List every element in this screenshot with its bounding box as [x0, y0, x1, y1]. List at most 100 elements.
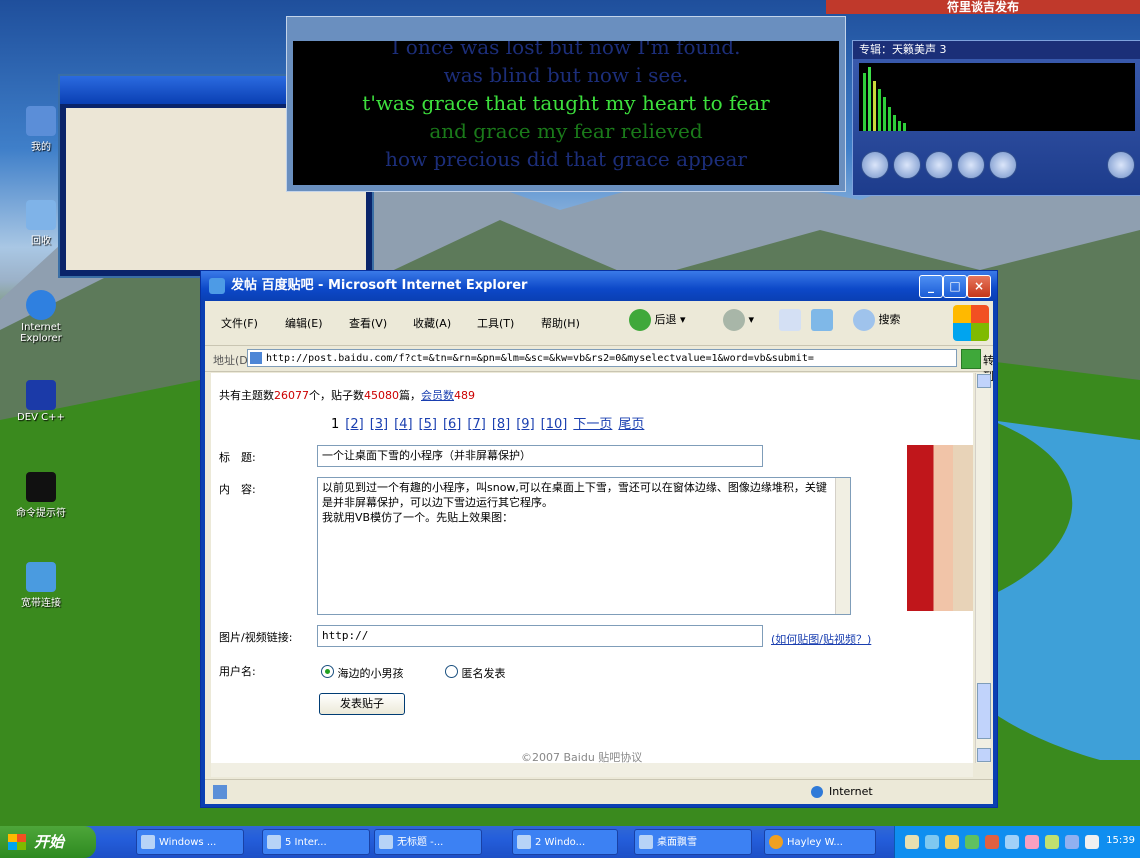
last-page-link[interactable]: 尾页 [618, 417, 644, 432]
start-button[interactable]: 开始 [0, 826, 96, 858]
ie-title: 发帖 百度贴吧 - Microsoft Internet Explorer [231, 278, 528, 293]
back-button[interactable]: 后退 ▾ [629, 309, 686, 331]
username-label: 用户名: [219, 665, 256, 678]
forward-button[interactable]: ▾ [723, 309, 754, 331]
refresh-icon [811, 309, 833, 331]
play-button[interactable] [893, 151, 921, 179]
menu-favorites[interactable]: 收藏(A) [413, 315, 451, 331]
taskbar-button[interactable]: 无标题 -... [374, 829, 482, 855]
anonymous-option[interactable]: 匿名发表 [445, 665, 506, 681]
taskbar-button[interactable]: Windows ... [136, 829, 244, 855]
content-value: 以前见到过一个有趣的小程序，叫snow,可以在桌面上下雪，雪还可以在窗体边缘、图… [322, 481, 827, 524]
username-option[interactable]: 海边的小男孩 [321, 665, 404, 681]
search-button[interactable]: 搜索 [853, 309, 901, 331]
tray-icon[interactable] [1085, 835, 1099, 849]
taskbar-button[interactable]: 2 Windo... [512, 829, 618, 855]
address-input[interactable]: http://post.baidu.com/f?ct=&tn=&rn=&pn=&… [247, 349, 957, 367]
eject-button[interactable] [1107, 151, 1135, 179]
maximize-button[interactable]: □ [943, 275, 967, 298]
media-link-value: http:// [322, 629, 369, 642]
lyric-line: and grace my fear relieved [429, 119, 703, 143]
desktop-icon-command-prompt[interactable]: 命令提示符 [6, 472, 76, 519]
lyric-line: how precious did that grace appear [385, 147, 747, 171]
lyric-line: was blind but now i see. [443, 63, 689, 87]
menu-file[interactable]: 文件(F) [221, 315, 258, 331]
minimize-button[interactable]: _ [919, 275, 943, 298]
content-textarea[interactable]: 以前见到过一个有趣的小程序，叫snow,可以在桌面上下雪，雪还可以在窗体边缘、图… [317, 477, 851, 615]
tray-icon[interactable] [945, 835, 959, 849]
desktop-icon-label: 我的 [31, 142, 51, 153]
page-link[interactable]: [6] [443, 417, 461, 432]
back-arrow-icon [629, 309, 651, 331]
tray-icon[interactable] [965, 835, 979, 849]
members-link[interactable]: 会员数 [421, 389, 454, 402]
tray-icon[interactable] [1045, 835, 1059, 849]
window-icon [141, 835, 155, 849]
title-input[interactable]: 一个让桌面下雪的小程序（并非屏幕保护） [317, 445, 763, 467]
page-link[interactable]: [10] [541, 417, 568, 432]
tray-icon[interactable] [1025, 835, 1039, 849]
submit-post-button[interactable]: 发表贴子 [319, 693, 405, 715]
refresh-button[interactable] [811, 309, 833, 331]
menu-edit[interactable]: 编辑(E) [285, 315, 323, 331]
media-help-link[interactable]: (如何贴图/贴视频？) [771, 631, 871, 647]
taskbar-button[interactable]: Hayley W... [764, 829, 876, 855]
tray-icon[interactable] [925, 835, 939, 849]
page-link[interactable]: [2] [345, 417, 363, 432]
ie-window[interactable]: 发帖 百度贴吧 - Microsoft Internet Explorer _ … [200, 270, 998, 808]
media-link-input[interactable]: http:// [317, 625, 763, 647]
textarea-scrollbar[interactable] [835, 478, 850, 614]
status-bar: Internet [205, 779, 993, 804]
desktop-icon-label: 宽带连接 [21, 598, 61, 609]
stop-button[interactable] [957, 151, 985, 179]
horizontal-scrollbar[interactable] [211, 763, 973, 777]
scroll-up-icon[interactable] [977, 374, 991, 388]
content-label: 内 容: [219, 483, 256, 496]
menu-view[interactable]: 查看(V) [349, 315, 387, 331]
zone-label: Internet [829, 785, 873, 798]
page-link[interactable]: [5] [419, 417, 437, 432]
taskbar-button[interactable]: 桌面飘雪 [634, 829, 752, 855]
close-button[interactable]: × [967, 275, 991, 298]
previous-button[interactable] [861, 151, 889, 179]
page-link[interactable]: [3] [370, 417, 388, 432]
page-link[interactable]: [4] [394, 417, 412, 432]
anonymous-option-label: 匿名发表 [461, 667, 506, 680]
lyrics-window[interactable]: I once was lost but now I'm found. was b… [286, 16, 846, 192]
title-label: 标 题: [219, 451, 256, 464]
vertical-scrollbar[interactable] [975, 373, 991, 763]
pause-button[interactable] [925, 151, 953, 179]
zone-globe-icon [811, 786, 823, 798]
tray-icon[interactable] [905, 835, 919, 849]
tray-icon[interactable] [985, 835, 999, 849]
menu-tools[interactable]: 工具(T) [477, 315, 514, 331]
page-link[interactable]: [9] [516, 417, 534, 432]
desktop-icon-dev-cpp[interactable]: DEV C++ [6, 380, 76, 423]
taskbar-button[interactable]: 5 Inter... [262, 829, 370, 855]
stop-page-button[interactable] [779, 309, 801, 331]
menu-help[interactable]: 帮助(H) [541, 315, 580, 331]
windows-logo-icon [953, 305, 989, 341]
avatar-photo [907, 445, 973, 611]
scroll-down-icon[interactable] [977, 748, 991, 762]
page-link[interactable]: [8] [492, 417, 510, 432]
scrollbar-thumb[interactable] [977, 683, 991, 739]
next-button[interactable] [989, 151, 1017, 179]
address-bar: 地址(D) http://post.baidu.com/f?ct=&tn=&rn… [205, 347, 994, 383]
ie-client-area: 文件(F) 编辑(E) 查看(V) 收藏(A) 工具(T) 帮助(H) 后退 ▾… [205, 301, 994, 804]
clock[interactable]: 15:39 [1106, 835, 1135, 846]
folder-icon [517, 835, 531, 849]
start-label: 开始 [34, 833, 65, 851]
next-page-link[interactable]: 下一页 [573, 417, 612, 432]
lyrics-titlebar[interactable] [287, 17, 845, 41]
notepad-icon [379, 835, 393, 849]
desktop-icon-internet-explorer[interactable]: Internet Explorer [6, 290, 76, 344]
go-arrow-icon[interactable] [961, 349, 981, 369]
page-link[interactable]: [7] [467, 417, 485, 432]
ie-titlebar[interactable]: 发帖 百度贴吧 - Microsoft Internet Explorer _ … [201, 271, 997, 301]
tray-icon[interactable] [1005, 835, 1019, 849]
tray-icon[interactable] [1065, 835, 1079, 849]
media-player[interactable]: 专辑：天籁美声 3 [852, 40, 1140, 196]
lyric-line-current: t'was grace that taught my heart to fear [362, 91, 770, 115]
desktop-icon-broadband[interactable]: 宽带连接 [6, 562, 76, 609]
